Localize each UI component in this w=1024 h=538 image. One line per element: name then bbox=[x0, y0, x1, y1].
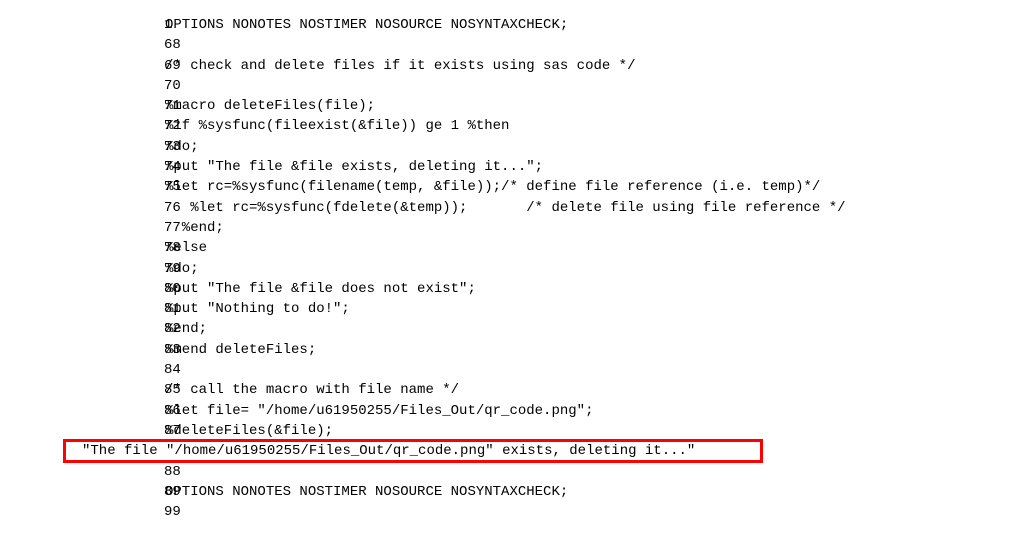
code-content: %let file= "/home/u61950255/Files_Out/qr… bbox=[165, 401, 593, 421]
code-content: %deleteFiles(&file); bbox=[165, 421, 333, 441]
code-content: %end; bbox=[165, 218, 224, 238]
code-line: 89OPTIONS NONOTES NOSTIMER NOSOURCE NOSY… bbox=[0, 482, 1024, 502]
code-content: /* call the macro with file name */ bbox=[165, 380, 459, 400]
code-line: 74%put "The file &file exists, deleting … bbox=[0, 157, 1024, 177]
code-content: %else bbox=[165, 238, 207, 258]
code-line: 87%deleteFiles(&file); bbox=[0, 421, 1024, 441]
code-line: 76 %let rc=%sysfunc(fdelete(&temp)); /* … bbox=[0, 198, 1024, 218]
line-number: 88 bbox=[82, 464, 181, 480]
code-content: %do; bbox=[165, 259, 199, 279]
code-content: OPTIONS NONOTES NOSTIMER NOSOURCE NOSYNT… bbox=[165, 15, 568, 35]
code-line: 83%mend deleteFiles; bbox=[0, 340, 1024, 360]
code-content: %put "Nothing to do!"; bbox=[165, 299, 350, 319]
code-line: 88 bbox=[0, 462, 1024, 482]
code-content: /* check and delete files if it exists u… bbox=[165, 56, 635, 76]
code-line: 72%if %sysfunc(fileexist(&file)) ge 1 %t… bbox=[0, 116, 1024, 136]
code-line: 1OPTIONS NONOTES NOSTIMER NOSOURCE NOSYN… bbox=[0, 15, 1024, 35]
code-content: %let rc=%sysfunc(fdelete(&temp)); /* del… bbox=[165, 198, 846, 218]
code-content: "The file "/home/u61950255/Files_Out/qr_… bbox=[82, 443, 695, 459]
line-number: 84 bbox=[82, 362, 181, 378]
code-line: 80%put "The file &file does not exist"; bbox=[0, 279, 1024, 299]
code-line: 71%macro deleteFiles(file); bbox=[0, 96, 1024, 116]
code-line: 69/* check and delete files if it exists… bbox=[0, 56, 1024, 76]
code-line: 68 bbox=[0, 35, 1024, 55]
line-number: 99 bbox=[82, 504, 181, 520]
code-log-container: 1OPTIONS NONOTES NOSTIMER NOSOURCE NOSYN… bbox=[0, 15, 1024, 522]
line-number: 68 bbox=[82, 37, 181, 53]
line-number: 1 bbox=[82, 17, 172, 33]
code-line: 79%do; bbox=[0, 259, 1024, 279]
code-line: 75%let rc=%sysfunc(filename(temp, &file)… bbox=[0, 177, 1024, 197]
code-line: 78%else bbox=[0, 238, 1024, 258]
code-line: 86%let file= "/home/u61950255/Files_Out/… bbox=[0, 401, 1024, 421]
code-content: %put "The file &file exists, deleting it… bbox=[165, 157, 543, 177]
code-content: %macro deleteFiles(file); bbox=[165, 96, 375, 116]
code-line: 99 bbox=[0, 502, 1024, 522]
code-line: 81%put "Nothing to do!"; bbox=[0, 299, 1024, 319]
line-number: 70 bbox=[82, 78, 181, 94]
code-line: 77 %end; bbox=[0, 218, 1024, 238]
code-content: %let rc=%sysfunc(filename(temp, &file));… bbox=[165, 177, 820, 197]
code-content: %put "The file &file does not exist"; bbox=[165, 279, 476, 299]
code-content: %if %sysfunc(fileexist(&file)) ge 1 %the… bbox=[165, 116, 509, 136]
code-line: 73%do; bbox=[0, 137, 1024, 157]
code-content: %end; bbox=[165, 319, 207, 339]
code-content: OPTIONS NONOTES NOSTIMER NOSOURCE NOSYNT… bbox=[165, 482, 568, 502]
log-output-line: "The file "/home/u61950255/Files_Out/qr_… bbox=[0, 441, 1024, 461]
code-line: 84 bbox=[0, 360, 1024, 380]
code-content: %mend deleteFiles; bbox=[165, 340, 316, 360]
code-content: %do; bbox=[165, 137, 199, 157]
code-line: 70 bbox=[0, 76, 1024, 96]
code-line: 85/* call the macro with file name */ bbox=[0, 380, 1024, 400]
code-line: 82%end; bbox=[0, 319, 1024, 339]
